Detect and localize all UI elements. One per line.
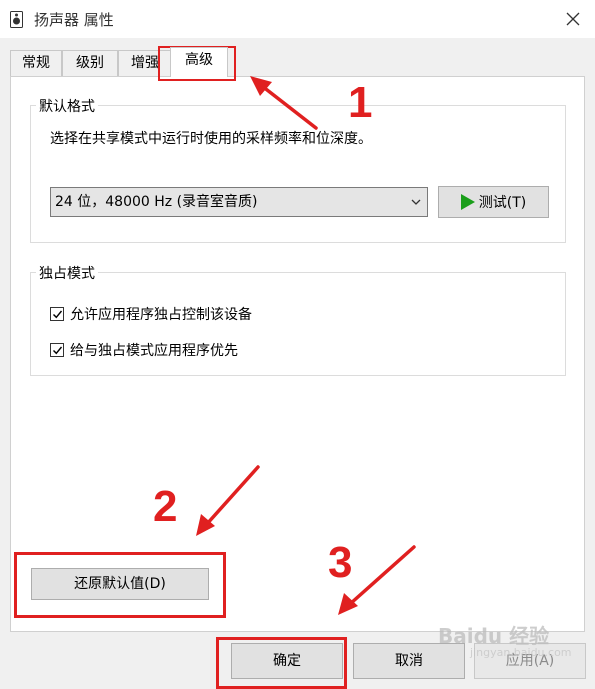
annotation-arrows [196,76,416,615]
tab-advanced[interactable]: 高级 [170,47,228,77]
